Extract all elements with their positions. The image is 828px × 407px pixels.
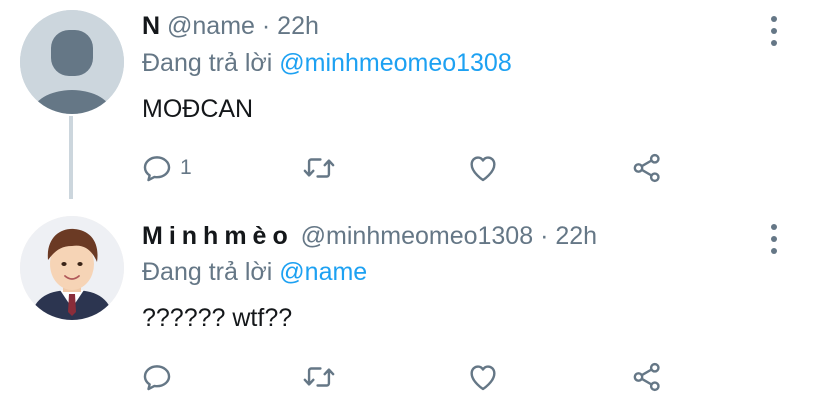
replying-to: Đang trả lời @minhmeomeo1308 — [142, 47, 512, 79]
reply-button[interactable] — [140, 357, 180, 397]
replying-to: Đang trả lời @name — [142, 256, 367, 288]
action-bar: 1 — [140, 148, 700, 188]
like-icon — [470, 156, 496, 182]
share-icon — [633, 153, 660, 183]
retweet-icon — [303, 158, 335, 178]
display-name[interactable]: Minhmèo — [142, 222, 294, 250]
retweet-button[interactable] — [302, 148, 336, 188]
share-icon — [633, 362, 660, 392]
replying-to-label: Đang trả lời — [142, 49, 273, 77]
replying-to-label: Đang trả lời — [142, 258, 273, 286]
default-avatar-icon — [20, 10, 124, 114]
like-icon — [470, 365, 496, 391]
tweet-text: MOĐCAN — [142, 95, 254, 123]
user-handle[interactable]: @name — [167, 12, 255, 40]
more-options-icon[interactable] — [760, 16, 788, 46]
reply-icon — [143, 365, 171, 391]
share-button[interactable] — [630, 148, 664, 188]
like-button[interactable] — [466, 357, 500, 397]
more-options-icon[interactable] — [760, 224, 788, 254]
retweet-icon — [303, 367, 335, 387]
tweet-header: Minhmèo @minhmeomeo1308 · 22h — [142, 220, 597, 252]
reply-count: 1 — [180, 156, 192, 179]
timestamp[interactable]: 22h — [555, 222, 597, 250]
like-button[interactable] — [466, 148, 500, 188]
tweet[interactable]: Minhmèo @minhmeomeo1308 · 22h Đang trả l… — [0, 205, 828, 407]
avatar-default[interactable] — [20, 10, 124, 114]
mention-link[interactable]: @minhmeomeo1308 — [279, 49, 511, 77]
separator-dot: · — [540, 222, 549, 250]
avatar-photo[interactable] — [20, 216, 124, 320]
tweet[interactable]: N @name · 22h Đang trả lời @minhmeomeo13… — [0, 0, 828, 205]
thread-connector — [69, 116, 73, 199]
mention-link[interactable]: @name — [279, 258, 367, 286]
action-bar — [140, 357, 700, 397]
share-button[interactable] — [630, 357, 664, 397]
reply-icon — [143, 156, 171, 182]
timestamp[interactable]: 22h — [277, 12, 319, 40]
tweet-text: ?????? wtf?? — [142, 304, 293, 332]
reply-button[interactable]: 1 — [140, 148, 192, 188]
tweet-header: N @name · 22h — [142, 10, 319, 42]
profile-photo-icon — [20, 216, 124, 320]
display-name[interactable]: N — [142, 12, 160, 40]
retweet-button[interactable] — [302, 357, 336, 397]
user-handle[interactable]: @minhmeomeo1308 — [301, 222, 533, 250]
separator-dot: · — [261, 12, 271, 40]
